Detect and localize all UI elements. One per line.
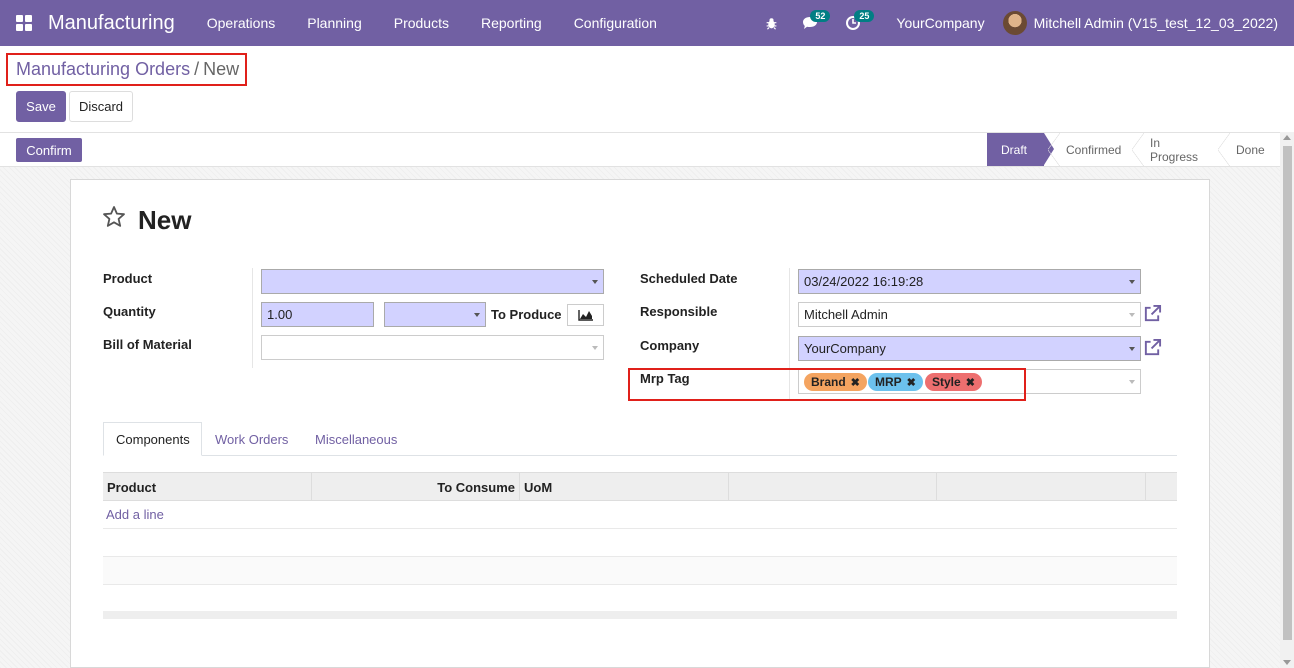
table-row (103, 529, 1177, 557)
scrollbar[interactable] (1280, 132, 1294, 668)
column-uom[interactable]: UoM (520, 473, 729, 501)
breadcrumb-parent[interactable]: Manufacturing Orders (16, 59, 190, 80)
statusbar: Confirm Draft Confirmed In Progress Done (0, 132, 1280, 167)
chevron-down-icon[interactable] (592, 346, 598, 350)
company-label: Company (640, 338, 700, 353)
table-header: Product To Consume UoM (103, 472, 1177, 501)
chevron-down-icon[interactable] (592, 280, 598, 284)
bom-label: Bill of Material (103, 337, 192, 352)
stage-confirmed[interactable]: Confirmed (1044, 133, 1128, 166)
messages-icon[interactable]: 52 (788, 0, 832, 46)
product-label: Product (103, 271, 153, 286)
menu-configuration[interactable]: Configuration (558, 0, 673, 46)
table-row (103, 557, 1177, 585)
scrollbar-thumb[interactable] (1283, 146, 1292, 640)
star-icon[interactable] (102, 205, 126, 236)
column-empty (937, 473, 1146, 501)
breadcrumb-current: New (203, 59, 240, 79)
discard-button[interactable]: Discard (69, 91, 133, 122)
components-table: Product To Consume UoM Add a line (103, 472, 1177, 619)
responsible-value: Mitchell Admin (804, 307, 888, 322)
notebook-tabs: Components Work Orders Miscellaneous (103, 422, 1177, 456)
left-group-divider (252, 268, 253, 368)
quantity-value: 1.00 (267, 307, 293, 322)
column-to-consume[interactable]: To Consume (312, 473, 520, 501)
messages-badge: 52 (810, 10, 831, 22)
external-link-icon[interactable] (1143, 338, 1162, 362)
mrp-tag-highlight (628, 368, 1026, 401)
user-menu[interactable]: Mitchell Admin (V15_test_12_03_2022) (1034, 15, 1294, 31)
area-chart-icon (577, 310, 593, 321)
apps-menu-icon[interactable] (0, 0, 48, 46)
menu-planning[interactable]: Planning (291, 0, 378, 46)
chevron-down-icon[interactable] (1129, 380, 1135, 384)
avatar[interactable] (1002, 11, 1027, 35)
add-line-link[interactable]: Add a line (106, 507, 164, 522)
breadcrumb: Manufacturing Orders / New (6, 53, 247, 86)
activities-clock-icon[interactable]: 25 (832, 0, 875, 46)
company-switcher[interactable]: YourCompany (874, 15, 1002, 31)
chevron-down-icon[interactable] (474, 313, 480, 317)
column-product[interactable]: Product (103, 473, 312, 501)
product-input[interactable] (261, 269, 604, 294)
stage-draft[interactable]: Draft (987, 133, 1054, 166)
scheduled-date-value: 03/24/2022 16:19:28 (804, 274, 924, 289)
app-name[interactable]: Manufacturing (48, 12, 175, 35)
forecast-chart-button[interactable] (567, 304, 604, 326)
menu-products[interactable]: Products (378, 0, 465, 46)
responsible-label: Responsible (640, 304, 718, 319)
debug-bug-icon[interactable] (755, 0, 788, 46)
menu-operations[interactable]: Operations (191, 0, 291, 46)
quantity-input[interactable]: 1.00 (261, 302, 374, 327)
scroll-down-arrow-icon[interactable] (1283, 660, 1291, 665)
chevron-down-icon[interactable] (1129, 313, 1135, 317)
uom-select[interactable] (384, 302, 486, 327)
stage-in-progress[interactable]: In Progress (1128, 133, 1214, 166)
responsible-input[interactable]: Mitchell Admin (798, 302, 1141, 327)
column-empty (729, 473, 937, 501)
scheduled-date-input[interactable]: 03/24/2022 16:19:28 (798, 269, 1141, 294)
external-link-icon[interactable] (1143, 304, 1162, 328)
stage-list: Draft Confirmed In Progress Done (987, 133, 1280, 166)
table-footer (103, 611, 1177, 619)
form-sheet: New Product Quantity Bill of Material 1.… (70, 179, 1210, 668)
activities-badge: 25 (854, 10, 875, 22)
scheduled-date-label: Scheduled Date (640, 271, 738, 286)
tab-components[interactable]: Components (103, 422, 202, 456)
scroll-up-arrow-icon[interactable] (1283, 135, 1291, 140)
breadcrumb-separator: / (194, 59, 200, 79)
stage-done[interactable]: Done (1214, 133, 1280, 166)
chevron-down-icon[interactable] (1129, 347, 1135, 351)
top-navbar: Manufacturing Operations Planning Produc… (0, 0, 1294, 46)
menu-reporting[interactable]: Reporting (465, 0, 558, 46)
company-input[interactable]: YourCompany (798, 336, 1141, 361)
tab-work-orders[interactable]: Work Orders (215, 422, 288, 456)
tab-miscellaneous[interactable]: Miscellaneous (315, 422, 397, 456)
company-value: YourCompany (804, 341, 886, 356)
save-button[interactable]: Save (16, 91, 66, 122)
chevron-down-icon[interactable] (1129, 280, 1135, 284)
table-row: Add a line (103, 501, 1177, 529)
quantity-label: Quantity (103, 304, 156, 319)
confirm-button[interactable]: Confirm (16, 138, 82, 162)
bom-input[interactable] (261, 335, 604, 360)
to-produce-label: To Produce (491, 307, 562, 322)
record-title: New (138, 205, 192, 235)
